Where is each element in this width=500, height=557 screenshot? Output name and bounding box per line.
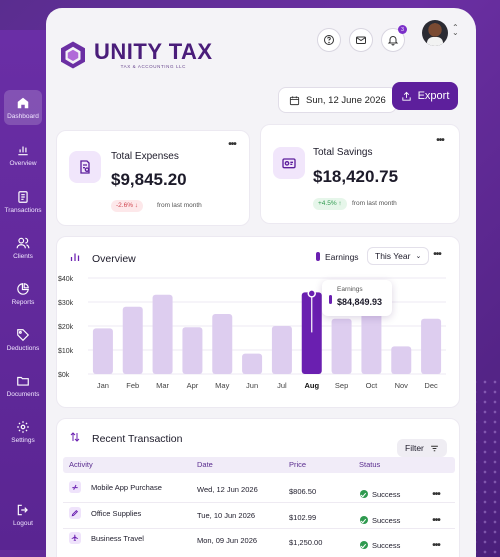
activity-cell: Office Supplies: [91, 509, 142, 518]
x-tick-label: May: [215, 381, 229, 390]
sidebar-item-documents[interactable]: Documents: [0, 374, 46, 398]
price-cell: $1,250.00: [289, 538, 323, 547]
sidebar-item-reports[interactable]: Reports: [0, 282, 46, 306]
main-panel: UNITY TAX TAX & ACCOUNTING LLC 3 ⌃ ⌄ Sun,…: [46, 8, 476, 557]
x-tick-label: Apr: [187, 381, 199, 390]
users-icon: [16, 237, 30, 249]
sidebar-item-label: Logout: [13, 520, 33, 527]
tooltip-swatch: [329, 295, 332, 304]
filter-label: Filter: [405, 443, 424, 453]
transactions-title: Recent Transaction: [92, 433, 183, 445]
tag-icon: [17, 329, 30, 342]
chart-bar: [421, 318, 442, 374]
chart-bar: [212, 314, 233, 374]
app-store-icon: [69, 481, 81, 493]
check-circle-icon: [360, 516, 368, 524]
logout-icon: [17, 504, 28, 516]
bar-chart-icon: [18, 146, 28, 156]
x-tick-label: Jan: [97, 381, 109, 390]
folder-icon: [17, 376, 29, 386]
sidebar-item-logout[interactable]: Logout: [0, 503, 46, 527]
price-cell: $102.99: [289, 513, 317, 522]
column-header: Activity: [69, 460, 93, 469]
pen-icon: [69, 507, 81, 519]
table-row[interactable]: Business Travel Mon, 09 Jun 2026 $1,250.…: [57, 532, 461, 554]
sidebar-item-overview[interactable]: Overview: [0, 143, 46, 167]
sidebar-item-settings[interactable]: Settings: [0, 420, 46, 444]
chart-bar: [331, 318, 352, 374]
plane-icon: [69, 532, 81, 544]
sidebar-item-label: Reports: [11, 299, 35, 306]
sidebar-item-label: Settings: [11, 437, 35, 444]
chart-bar: [122, 306, 143, 374]
swap-arrows-icon: [70, 432, 80, 442]
status-cell: Success: [372, 490, 401, 499]
chart-bar: [152, 294, 173, 374]
highlight-dot: [307, 289, 316, 298]
column-header: Price: [289, 460, 307, 469]
date-cell: Tue, 10 Jun 2026: [197, 511, 256, 520]
sidebar-item-label: Transactions: [4, 207, 42, 214]
status-cell: Success: [372, 516, 401, 525]
sidebar: Dashboard Overview Transactions Clients …: [0, 30, 46, 550]
check-circle-icon: [360, 490, 368, 498]
column-header: Date: [197, 460, 213, 469]
sidebar-item-label: Clients: [13, 253, 33, 260]
x-tick-label: Jun: [246, 381, 258, 390]
x-tick-label: Aug: [304, 381, 319, 390]
chart-bar: [391, 346, 412, 374]
sidebar-item-deductions[interactable]: Deductions: [0, 328, 46, 352]
activity-cell: Business Travel: [91, 534, 144, 543]
column-header: Status: [359, 460, 381, 469]
chart-bar: [271, 326, 292, 374]
x-tick-label: Sep: [335, 381, 348, 390]
sidebar-item-label: Documents: [6, 391, 40, 398]
document-icon: [18, 191, 28, 203]
recent-transactions-card: Recent Transaction Filter Activity Date …: [56, 418, 460, 557]
table-row[interactable]: Office Supplies Tue, 10 Jun 2026 $102.99…: [57, 507, 461, 529]
y-tick-label: $30k: [58, 300, 74, 307]
sidebar-item-transactions[interactable]: Transactions: [0, 190, 46, 214]
date-cell: Mon, 09 Jun 2026: [197, 536, 258, 545]
sidebar-item-dashboard[interactable]: Dashboard: [4, 90, 42, 125]
filter-button[interactable]: Filter: [397, 439, 447, 457]
y-tick-label: $40k: [58, 276, 74, 283]
row-divider: [63, 528, 455, 529]
chart-bar: [361, 308, 382, 374]
gear-icon: [17, 421, 29, 433]
status-cell: Success: [372, 541, 401, 550]
chart-tooltip: Earnings $84,849.93: [322, 280, 392, 316]
chart-bar: [92, 328, 113, 374]
y-tick-label: $0k: [58, 372, 70, 379]
sidebar-item-clients[interactable]: Clients: [0, 236, 46, 260]
y-tick-label: $10k: [58, 348, 74, 355]
date-cell: Wed, 12 Jun 2026: [197, 485, 258, 494]
check-circle-icon: [360, 541, 368, 549]
activity-cell: Mobile App Purchase: [91, 483, 162, 492]
y-tick-label: $20k: [58, 324, 74, 331]
row-menu-icon[interactable]: •••: [427, 541, 445, 556]
row-divider: [63, 502, 455, 503]
chart-bar: [182, 327, 203, 374]
earnings-bar-chart: $0k $10k $20k $30k $40k Jan Feb Mar Apr May Jun Jul…: [58, 276, 446, 390]
sidebar-item-label: Deductions: [6, 345, 40, 352]
home-icon: [17, 97, 29, 109]
table-header: Activity Date Price Status: [63, 457, 455, 473]
filter-icon: [431, 445, 438, 451]
x-tick-label: Feb: [126, 381, 139, 390]
x-tick-label: Jul: [277, 381, 287, 390]
x-tick-label: Mar: [156, 381, 169, 390]
tooltip-value: $84,849.93: [337, 297, 383, 307]
x-tick-label: Dec: [424, 381, 438, 390]
sidebar-item-label: Dashboard: [7, 113, 39, 120]
pie-chart-icon: [17, 283, 29, 295]
chart-bar: [242, 353, 263, 374]
sidebar-item-label: Overview: [9, 160, 37, 167]
x-tick-label: Nov: [395, 381, 409, 390]
tooltip-label: Earnings: [337, 286, 363, 293]
x-tick-label: Oct: [366, 381, 379, 390]
price-cell: $806.50: [289, 487, 317, 496]
table-row[interactable]: Mobile App Purchase Wed, 12 Jun 2026 $80…: [57, 481, 461, 503]
